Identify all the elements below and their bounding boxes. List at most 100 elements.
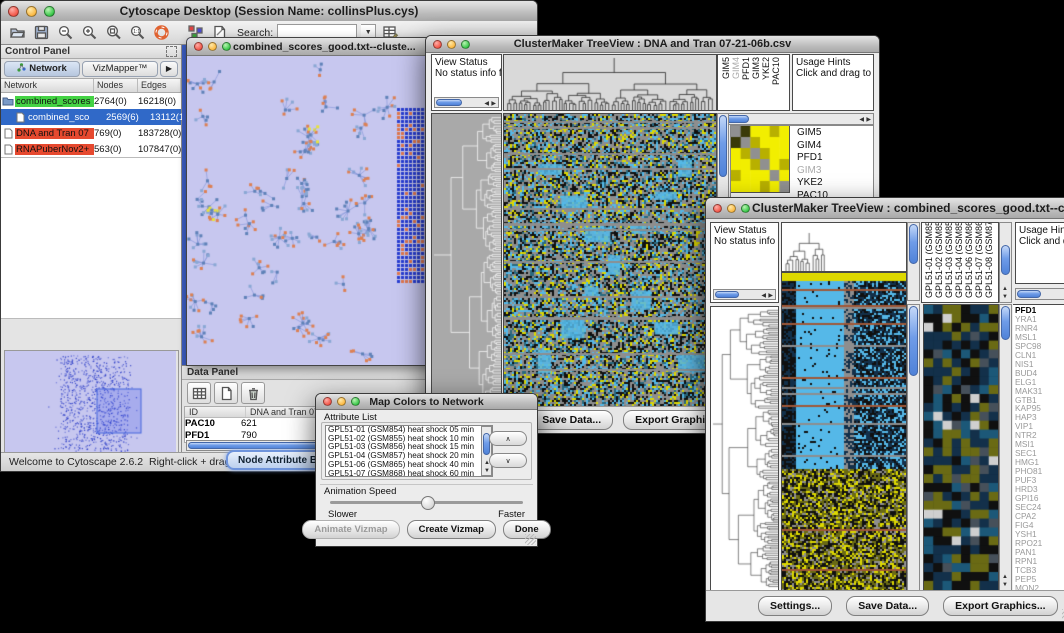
tv1-save-data-button[interactable]: Save Data... <box>530 410 613 430</box>
network-name: combined_sco <box>27 112 106 123</box>
close-button[interactable] <box>433 40 442 49</box>
tv1-column-label: GIM5 <box>721 57 730 79</box>
tv1-column-dendrogram[interactable] <box>503 54 717 111</box>
network-view-canvas[interactable] <box>187 56 432 364</box>
control-panel: Control Panel Network VizMapper™ ▶ N <box>1 45 182 453</box>
tv1-zoom-hscrollbar[interactable]: ◀▶ <box>717 113 874 125</box>
control-panel-tabs: Network VizMapper™ ▶ <box>1 59 181 78</box>
zoom-button[interactable] <box>461 40 470 49</box>
tv2-export-graphics-button[interactable]: Export Graphics... <box>943 596 1057 616</box>
tv2-vscrollbar[interactable] <box>907 304 920 591</box>
tv2-zoom-hscrollbar[interactable] <box>1015 288 1064 300</box>
tv2-zoom-heatmap[interactable] <box>923 304 999 591</box>
zoom-actual-icon[interactable]: 1:1 <box>127 23 147 42</box>
save-icon[interactable] <box>31 23 51 42</box>
close-button[interactable] <box>8 6 19 17</box>
open-folder-icon[interactable] <box>7 23 27 42</box>
close-button[interactable] <box>194 42 203 51</box>
resize-grip[interactable] <box>525 534 536 545</box>
tv2-column-dendrogram[interactable] <box>781 222 907 272</box>
zoom-button[interactable] <box>222 42 231 51</box>
network-overview-canvas[interactable] <box>5 351 176 455</box>
create-vizmap-button[interactable]: Create Vizmap <box>407 520 496 539</box>
tv2-column-label: GPL51-04 (GSM857) <box>954 222 963 298</box>
faster-label: Faster <box>498 509 525 520</box>
network-name: DNA and Tran 07 <box>15 128 94 139</box>
tv2-top-vscrollbar[interactable] <box>907 222 920 301</box>
dialog-titlebar[interactable]: Map Colors to Network <box>316 394 537 410</box>
tv1-gene-label: PFD1 <box>797 152 828 165</box>
minimize-button[interactable] <box>208 42 217 51</box>
animation-speed-slider[interactable] <box>330 501 523 504</box>
svg-text:1:1: 1:1 <box>133 29 140 35</box>
minimize-button[interactable] <box>447 40 456 49</box>
tab-vizmapper[interactable]: VizMapper™ <box>82 61 158 77</box>
tv1-status-hscrollbar[interactable]: ◀▶ <box>434 97 499 108</box>
zoom-out-icon[interactable] <box>55 23 75 42</box>
map-colors-dialog: Map Colors to Network Attribute List GPL… <box>315 393 538 547</box>
network-table-row[interactable]: DNA and Tran 07769(0)183728(0) <box>1 125 181 141</box>
zoom-button[interactable] <box>351 397 360 406</box>
network-nodes: 769(0) <box>94 128 138 139</box>
tv1-zoom-gene-labels: GIM5GIM4PFD1GIM3YKE2PAC10 <box>795 126 828 202</box>
network-table-header: Network Nodes Edges <box>1 78 181 93</box>
tab-overflow-arrow[interactable]: ▶ <box>160 61 178 77</box>
tv2-collabel-scrollbar[interactable]: ▲▼ <box>999 222 1012 303</box>
network-edges: 16218(0) <box>138 96 182 107</box>
network-view-titlebar[interactable]: combined_scores_good.txt--cluste... <box>187 38 434 56</box>
tv2-gene-scrollbar[interactable]: ▲▼ <box>999 304 1012 591</box>
minimize-button[interactable] <box>26 6 37 17</box>
close-button[interactable] <box>713 204 722 213</box>
zoom-fit-icon[interactable] <box>103 23 123 42</box>
move-up-button[interactable]: ∧ <box>489 431 527 446</box>
network-overview[interactable] <box>4 350 179 458</box>
help-ring-icon[interactable] <box>151 23 171 42</box>
zoom-button[interactable] <box>44 6 55 17</box>
network-table-row[interactable]: combined_scores2764(0)16218(0) <box>1 93 181 109</box>
treeview1-titlebar[interactable]: ClusterMaker TreeView : DNA and Tran 07-… <box>426 36 879 53</box>
status-welcome: Welcome to Cytoscape 2.6.2 <box>9 456 143 468</box>
tv1-view-status: View Status No status info f ◀▶ <box>431 54 502 111</box>
treeview1-title: ClusterMaker TreeView : DNA and Tran 07-… <box>426 38 879 50</box>
attribute-item[interactable]: GPL51-07 (GSM868) heat shock 60 min <box>326 470 492 477</box>
network-file-icon <box>1 128 15 139</box>
zoom-in-icon[interactable] <box>79 23 99 42</box>
tv1-gene-label: GIM4 <box>797 140 828 153</box>
network-table-row[interactable]: combined_sco2569(6)13112(15) <box>1 109 181 125</box>
delete-attribute-icon[interactable] <box>241 382 265 404</box>
tv2-row-dendrogram[interactable] <box>710 306 779 591</box>
zoom-button[interactable] <box>741 204 750 213</box>
tv1-column-labels: GIM5GIM4PFD1GIM3YKE2PAC10 <box>717 54 790 111</box>
tv1-column-label: PFD1 <box>741 57 750 80</box>
treeview2-titlebar[interactable]: ClusterMaker TreeView : combined_scores_… <box>706 198 1064 219</box>
tv2-column-label: GPL51-03 (GSM856) <box>944 222 953 298</box>
treeview2-title: ClusterMaker TreeView : combined_scores_… <box>706 201 1064 215</box>
tv2-save-data-button[interactable]: Save Data... <box>846 596 929 616</box>
minimize-button[interactable] <box>337 397 346 406</box>
network-edges: 107847(0) <box>138 144 182 155</box>
attribute-list-group: GPL51-01 (GSM854) heat shock 05 minGPL51… <box>321 422 532 480</box>
float-panel-icon[interactable] <box>166 46 177 57</box>
tv1-zoom-heatmap[interactable] <box>731 126 790 193</box>
tv1-gene-label: GIM3 <box>797 165 828 178</box>
tv2-settings-button[interactable]: Settings... <box>758 596 832 616</box>
close-button[interactable] <box>323 397 332 406</box>
tv2-heatmap[interactable] <box>781 272 907 591</box>
tv1-heatmap[interactable] <box>503 113 717 409</box>
minimize-button[interactable] <box>727 204 736 213</box>
slider-thumb[interactable] <box>421 496 435 510</box>
tv2-status-hscrollbar[interactable]: ◀▶ <box>713 289 776 300</box>
network-nodes: 563(0) <box>94 144 138 155</box>
attribute-list[interactable]: GPL51-01 (GSM854) heat shock 05 minGPL51… <box>325 425 493 477</box>
tv1-row-dendrogram[interactable] <box>431 113 502 409</box>
network-name: RNAPuberNov2+ <box>15 144 94 155</box>
tv1-column-label: YKE2 <box>761 57 770 80</box>
attribute-table-icon[interactable] <box>187 382 211 404</box>
move-down-button[interactable]: ∨ <box>489 453 527 468</box>
network-table-row[interactable]: RNAPuberNov2+563(0)107847(0) <box>1 141 181 157</box>
new-attribute-icon[interactable] <box>214 382 238 404</box>
tab-network[interactable]: Network <box>4 61 80 77</box>
tv1-column-label: GIM3 <box>751 57 760 79</box>
cytoscape-titlebar[interactable]: Cytoscape Desktop (Session Name: collins… <box>1 1 537 22</box>
animation-speed-label: Animation Speed <box>324 486 396 497</box>
